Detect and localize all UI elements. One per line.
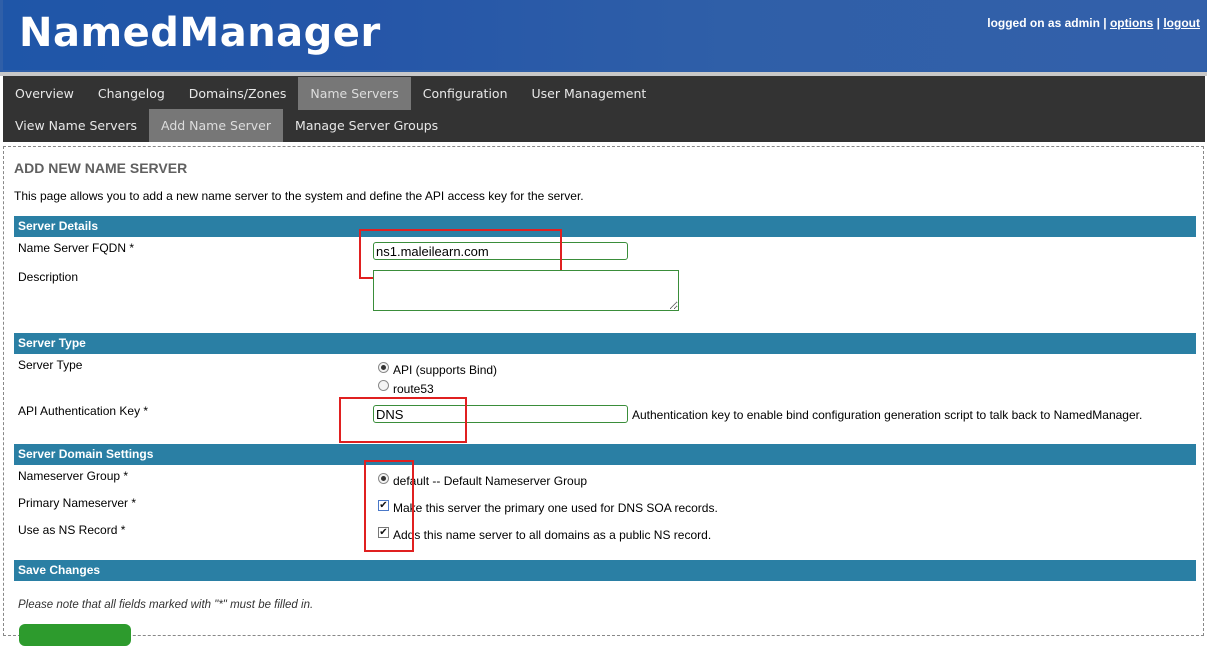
server-type-label: Server Type — [18, 358, 83, 372]
nameserver-group-label: Nameserver Group * — [18, 469, 129, 483]
ns-record-text: Adds this name server to all domains as … — [393, 528, 712, 542]
user-bar: logged on as admin | options | logout — [987, 16, 1200, 30]
nav-changelog[interactable]: Changelog — [86, 77, 177, 110]
secondary-nav: View Name Servers Add Name Server Manage… — [3, 109, 450, 142]
separator: | — [1156, 16, 1160, 30]
section-server-type: Server Type — [14, 333, 1196, 354]
api-key-label: API Authentication Key * — [18, 404, 149, 418]
nav-name-servers[interactable]: Name Servers — [298, 77, 411, 110]
radio-api-label: API (supports Bind) — [393, 363, 498, 377]
ns-record-label: Use as NS Record * — [18, 523, 126, 537]
required-fields-note: Please note that all fields marked with … — [18, 599, 314, 611]
ns-record-checkbox[interactable]: ✔ — [378, 527, 389, 538]
logged-on-text: logged on as admin — [987, 16, 1100, 30]
nav-configuration[interactable]: Configuration — [411, 77, 520, 110]
app-logo: NamedManager — [19, 10, 381, 56]
api-key-input[interactable] — [373, 405, 628, 423]
primary-nav: Overview Changelog Domains/Zones Name Se… — [3, 77, 658, 110]
section-save-changes: Save Changes — [14, 560, 1196, 581]
nav-user-management[interactable]: User Management — [520, 77, 659, 110]
api-key-help: Authentication key to enable bind config… — [632, 408, 1143, 422]
fqdn-label: Name Server FQDN * — [18, 241, 135, 255]
primary-nameserver-label: Primary Nameserver * — [18, 496, 137, 510]
save-button[interactable] — [19, 624, 131, 646]
subnav-add-name-server[interactable]: Add Name Server — [149, 109, 284, 142]
radio-api[interactable] — [378, 362, 389, 373]
main-navigation: Overview Changelog Domains/Zones Name Se… — [3, 76, 1205, 142]
content-panel: ADD NEW NAME SERVER This page allows you… — [3, 146, 1204, 646]
subnav-view-name-servers[interactable]: View Name Servers — [3, 109, 149, 142]
nav-overview[interactable]: Overview — [3, 77, 86, 110]
radio-route53-label: route53 — [393, 382, 434, 396]
header-banner: NamedManager logged on as admin | option… — [3, 0, 1206, 70]
section-server-details: Server Details — [14, 216, 1196, 237]
fqdn-input[interactable] — [373, 242, 628, 260]
subnav-manage-server-groups[interactable]: Manage Server Groups — [283, 109, 450, 142]
options-link[interactable]: options — [1110, 16, 1153, 30]
primary-nameserver-text: Make this server the primary one used fo… — [393, 501, 718, 515]
page-title: ADD NEW NAME SERVER — [14, 160, 188, 176]
radio-route53[interactable] — [378, 380, 389, 391]
radio-default-group[interactable] — [378, 473, 389, 484]
page-intro: This page allows you to add a new name s… — [14, 189, 584, 203]
app-header: NamedManager logged on as admin | option… — [0, 0, 1207, 72]
separator: | — [1103, 16, 1107, 30]
primary-nameserver-checkbox[interactable]: ✔ — [378, 500, 389, 511]
description-textarea[interactable] — [373, 270, 679, 311]
section-server-domain-settings: Server Domain Settings — [14, 444, 1196, 465]
nav-domains-zones[interactable]: Domains/Zones — [177, 77, 299, 110]
logout-link[interactable]: logout — [1163, 16, 1200, 30]
default-group-option: default -- Default Nameserver Group — [393, 474, 588, 488]
description-label: Description — [18, 270, 79, 284]
